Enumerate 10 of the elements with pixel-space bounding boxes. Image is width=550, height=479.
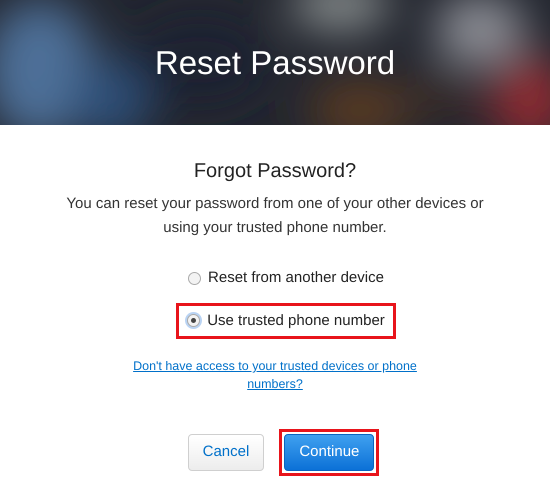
heading: Forgot Password? <box>192 159 358 183</box>
radio-option[interactable]: Reset from another device <box>177 260 395 296</box>
description: You can reset your password from one of your other devices or using your trusted phone number. <box>65 194 485 238</box>
radio-button[interactable] <box>188 272 202 285</box>
radio-option[interactable]: Use trusted phone number <box>176 302 396 339</box>
radio-button[interactable] <box>187 314 200 328</box>
page-title: Reset Password <box>154 42 396 82</box>
help-link[interactable]: Don't have access to your trusted devices or phone numbers? <box>115 357 435 393</box>
cancel-button[interactable]: Cancel <box>188 434 264 470</box>
continue-button[interactable]: Continue <box>284 434 374 470</box>
